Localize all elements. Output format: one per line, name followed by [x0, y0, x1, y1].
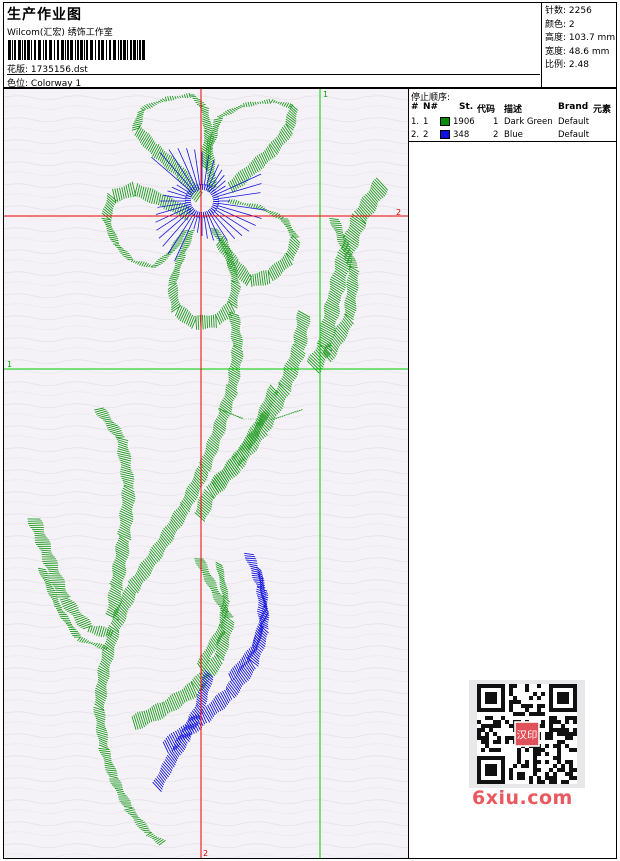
row-stitches: 1906 [453, 117, 475, 127]
col-code: 代码 [477, 105, 496, 115]
stitch-count-row: 针数: 2256 [545, 5, 615, 19]
row-brand: Default [558, 117, 590, 127]
width-value: 48.6 mm [568, 46, 610, 57]
color-count-value: 2 [568, 19, 575, 30]
row-description: Blue [504, 130, 523, 140]
row-code: 2 [493, 130, 499, 140]
scale-label: 比例: [545, 60, 567, 70]
color-count-row: 颜色: 2 [545, 19, 615, 33]
embroidery-preview: 1 1 2 2 [4, 89, 408, 858]
qr-code-graphic: 汉印 [477, 684, 577, 784]
guide-green-horizontal-label: 1 [7, 360, 12, 369]
qr-code: 汉印 [469, 680, 585, 788]
height-value: 103.7 mm [568, 33, 616, 43]
guide-red-horizontal-label: 2 [396, 208, 401, 217]
height-row: 高度: 103.7 mm [545, 32, 615, 46]
design-stats: 针数: 2256 颜色: 2 高度: 103.7 mm 宽度: 48.6 mm … [541, 3, 618, 87]
width-row: 宽度: 48.6 mm [545, 46, 615, 60]
row-needle: 2 [423, 130, 429, 140]
scale-row: 比例: 2.48 [545, 59, 615, 73]
col-index: # [411, 102, 419, 112]
col-description: 描述 [504, 105, 523, 115]
watermark: 6xiu.com [472, 787, 573, 809]
studio-name: Wilcom(汇宏) 绣饰工作室 [7, 28, 113, 38]
stitch-count-value: 2256 [568, 6, 592, 16]
color-swatch [440, 117, 450, 126]
col-stitches: St. [459, 102, 474, 112]
col-brand: Brand [558, 102, 589, 112]
design-label: 花版: [7, 65, 29, 75]
stop-sequence-table: 停止顺序: # N# St. 代码 描述 Brand 元素 1. 1 1906 … [409, 89, 616, 142]
page-title: 生产作业图 [7, 7, 82, 23]
guide-red-vertical-label: 2 [203, 849, 208, 858]
header-info: 生产作业图 Wilcom(汇宏) 绣饰工作室 花版: 1735156.dst 色… [4, 3, 540, 89]
design-file-row: 花版: 1735156.dst [7, 62, 540, 75]
row-index: 1. [411, 117, 420, 127]
scale-value: 2.48 [568, 60, 589, 70]
row-brand: Default [558, 130, 590, 140]
guide-green-vertical-label: 1 [323, 90, 328, 99]
row-index: 2. [411, 130, 420, 140]
height-label: 高度: [545, 33, 567, 43]
col-element: 元素 [593, 105, 612, 115]
row-code: 1 [493, 117, 499, 127]
width-label: 宽度: [545, 46, 567, 57]
row-stitches: 348 [453, 130, 470, 140]
design-file-value: 1735156.dst [30, 65, 88, 75]
row-description: Dark Green [504, 117, 553, 127]
col-needle: N# [423, 102, 439, 112]
report-header: 生产作业图 Wilcom(汇宏) 绣饰工作室 花版: 1735156.dst 色… [3, 2, 618, 89]
design-canvas[interactable]: 1 1 2 2 [3, 88, 409, 859]
row-needle: 1 [423, 117, 429, 127]
color-swatch [440, 130, 450, 139]
seal-text: 汉印 [517, 729, 538, 741]
stitch-count-label: 针数: [545, 6, 567, 16]
barcode [8, 40, 145, 60]
color-count-label: 颜色: [545, 19, 567, 30]
